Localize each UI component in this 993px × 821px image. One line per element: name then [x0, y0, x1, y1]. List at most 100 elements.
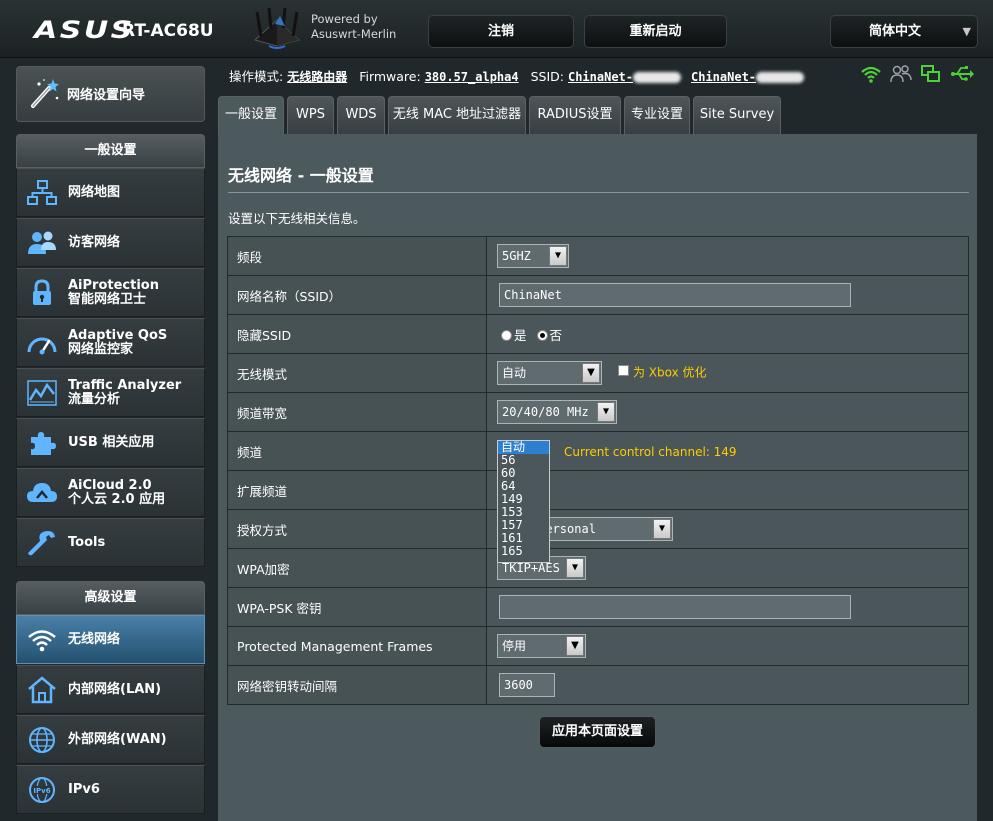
- bandwidth-label: 频道带宽: [227, 392, 487, 432]
- sidebar-item-aicloud[interactable]: AiCloud 2.0 个人云 2.0 应用: [16, 468, 205, 517]
- sidebar-item-tools[interactable]: Tools: [16, 518, 205, 567]
- channel-dropdown-list[interactable]: 自动 56 60 64 149 153 157 161 165: [497, 440, 550, 563]
- sidebar-item-guest-network[interactable]: 访客网络: [16, 218, 205, 267]
- tab-general[interactable]: 一般设置: [218, 96, 284, 134]
- ssid-link-1[interactable]: ChinaNet-: [568, 70, 633, 84]
- pmf-cell: 停用 ▼: [486, 626, 969, 666]
- quick-setup-wizard[interactable]: 网络设置向导: [16, 66, 205, 122]
- model-name: RT-AC68U: [122, 21, 214, 41]
- tab-wps[interactable]: WPS: [287, 96, 334, 134]
- sidebar-item-traffic-analyzer[interactable]: Traffic Analyzer 流量分析: [16, 368, 205, 417]
- sidebar-item-lan[interactable]: 内部网络(LAN): [16, 665, 205, 714]
- gauge-icon: [27, 337, 57, 355]
- channel-option[interactable]: 165: [498, 545, 549, 558]
- page-description: 设置以下无线相关信息。: [228, 211, 366, 226]
- table-row: 频道 Current control channel: 149: [227, 431, 969, 471]
- main-panel: 无线网络 - 一般设置 设置以下无线相关信息。 频段 5GHZ ▼ 网络名称（S…: [218, 134, 977, 821]
- apply-button[interactable]: 应用本页面设置: [539, 716, 656, 748]
- auth-method-cell: WPA2-Personal ▼: [486, 509, 969, 549]
- clients-status-icon[interactable]: [890, 64, 912, 84]
- sidebar-item-label-line1: AiCloud 2.0: [68, 478, 152, 493]
- status-icons: [860, 64, 976, 84]
- pmf-label: Protected Management Frames: [227, 626, 487, 666]
- sidebar-item-aiprotection[interactable]: AiProtection 智能网络卫士: [16, 268, 205, 317]
- tab-radius[interactable]: RADIUS设置: [529, 96, 621, 134]
- sidebar-item-network-map[interactable]: 网络地图: [16, 168, 205, 217]
- wifi-status-icon[interactable]: [860, 64, 882, 84]
- wireless-mode-select[interactable]: 自动 ▼: [497, 361, 602, 385]
- chevron-down-icon: ▼: [597, 402, 615, 422]
- extension-channel-cell: [486, 470, 969, 510]
- powered-by-line: Powered by: [311, 12, 378, 26]
- ssid-link-2[interactable]: ChinaNet-: [691, 70, 756, 84]
- bandwidth-select[interactable]: 20/40/80 MHz ▼: [497, 400, 617, 424]
- globe-icon: [29, 727, 55, 753]
- sidebar-item-label-line2: 个人云 2.0 应用: [68, 492, 166, 507]
- asus-logo[interactable]: ASUS: [34, 16, 135, 44]
- wpa-psk-input[interactable]: [499, 595, 851, 619]
- rekey-interval-input[interactable]: 3600: [499, 673, 555, 697]
- wireless-mode-value: 自动: [502, 366, 527, 380]
- wireless-mode-label: 无线模式: [227, 353, 487, 393]
- hide-ssid-no-radio[interactable]: [536, 329, 548, 341]
- ssid-input[interactable]: ChinaNet: [499, 283, 851, 307]
- internet-status-icon[interactable]: [920, 64, 942, 84]
- powered-by-text: Powered by Asuswrt-Merlin: [311, 12, 396, 42]
- sidebar-item-label-line1: Adaptive QoS: [68, 328, 168, 343]
- language-select[interactable]: 简体中文 ▼: [830, 15, 978, 48]
- auth-method-label: 授权方式: [227, 509, 487, 549]
- wrench-icon: [28, 531, 55, 556]
- sidebar-item-adaptive-qos[interactable]: Adaptive QoS 网络监控家: [16, 318, 205, 367]
- status-line: 操作模式: 无线路由器 Firmware: 380.57_alpha4 SSID…: [229, 66, 805, 85]
- guest-network-icon: [28, 231, 56, 254]
- sidebar-item-wan[interactable]: 外部网络(WAN): [16, 715, 205, 764]
- lock-icon: [33, 279, 51, 305]
- usb-status-icon[interactable]: [950, 64, 974, 84]
- traffic-chart-icon: [27, 380, 57, 406]
- table-row: 隐藏SSID 是 否: [227, 314, 969, 354]
- merlin-line: Asuswrt-Merlin: [311, 27, 397, 41]
- tab-mac-filter[interactable]: 无线 MAC 地址过滤器: [388, 96, 526, 134]
- table-row: 网络名称（SSID） ChinaNet: [227, 275, 969, 315]
- current-channel-hint: Current control channel: 149: [564, 444, 737, 459]
- sidebar-item-label: USB 相关应用: [68, 435, 155, 450]
- hide-ssid-yes-radio[interactable]: [501, 329, 512, 341]
- svg-text:IPv6: IPv6: [33, 787, 50, 795]
- firmware-label: Firmware:: [359, 69, 421, 84]
- pmf-value: 停用: [502, 639, 527, 653]
- table-row: 频道带宽 20/40/80 MHz ▼: [227, 392, 969, 432]
- redacted-mark: [633, 72, 682, 83]
- tab-site-survey[interactable]: Site Survey: [693, 96, 781, 134]
- band-value: 5GHZ: [502, 249, 531, 263]
- ssid-cell: ChinaNet: [486, 275, 969, 315]
- sidebar-item-label: Traffic Analyzer 流量分析: [68, 379, 181, 407]
- tab-wds[interactable]: WDS: [337, 96, 385, 134]
- sidebar-item-ipv6[interactable]: IPv6 IPv6: [16, 765, 205, 814]
- wpa-encryption-label: WPA加密: [227, 548, 487, 588]
- band-select[interactable]: 5GHZ ▼: [497, 244, 569, 268]
- wpa-psk-label: WPA-PSK 密钥: [227, 587, 487, 627]
- extension-channel-label: 扩展频道: [227, 470, 487, 510]
- logout-button[interactable]: 注销: [428, 15, 574, 48]
- pmf-select[interactable]: 停用 ▼: [497, 634, 586, 658]
- sidebar-item-wireless[interactable]: 无线网络: [16, 615, 205, 664]
- xbox-optimize-label: 为 Xbox 优化: [632, 365, 707, 380]
- chevron-down-icon: ▼: [566, 558, 584, 578]
- firmware-link[interactable]: 380.57_alpha4: [425, 70, 519, 84]
- ipv6-icon: IPv6: [29, 777, 55, 803]
- xbox-optimize-checkbox[interactable]: [617, 364, 629, 376]
- reboot-button[interactable]: 重新启动: [584, 15, 727, 48]
- general-section-header: 一般设置: [16, 134, 205, 168]
- table-row: WPA加密 TKIP+AES ▼: [227, 548, 969, 588]
- sidebar-item-label: 网络地图: [68, 185, 121, 200]
- sidebar-item-usb-apps[interactable]: USB 相关应用: [16, 418, 205, 467]
- rekey-interval-label: 网络密钥转动间隔: [227, 665, 487, 705]
- table-row: 扩展频道: [227, 470, 969, 510]
- bandwidth-value: 20/40/80 MHz: [502, 405, 589, 419]
- router-admin-page: ASUS RT-AC68U Powered by Asuswrt-Merlin …: [0, 0, 993, 821]
- operation-mode-link[interactable]: 无线路由器: [287, 70, 347, 84]
- tab-professional[interactable]: 专业设置: [624, 96, 690, 134]
- wizard-label: 网络设置向导: [67, 88, 146, 103]
- top-bar: ASUS RT-AC68U Powered by Asuswrt-Merlin …: [0, 0, 993, 58]
- sidebar-item-label: IPv6: [68, 782, 100, 797]
